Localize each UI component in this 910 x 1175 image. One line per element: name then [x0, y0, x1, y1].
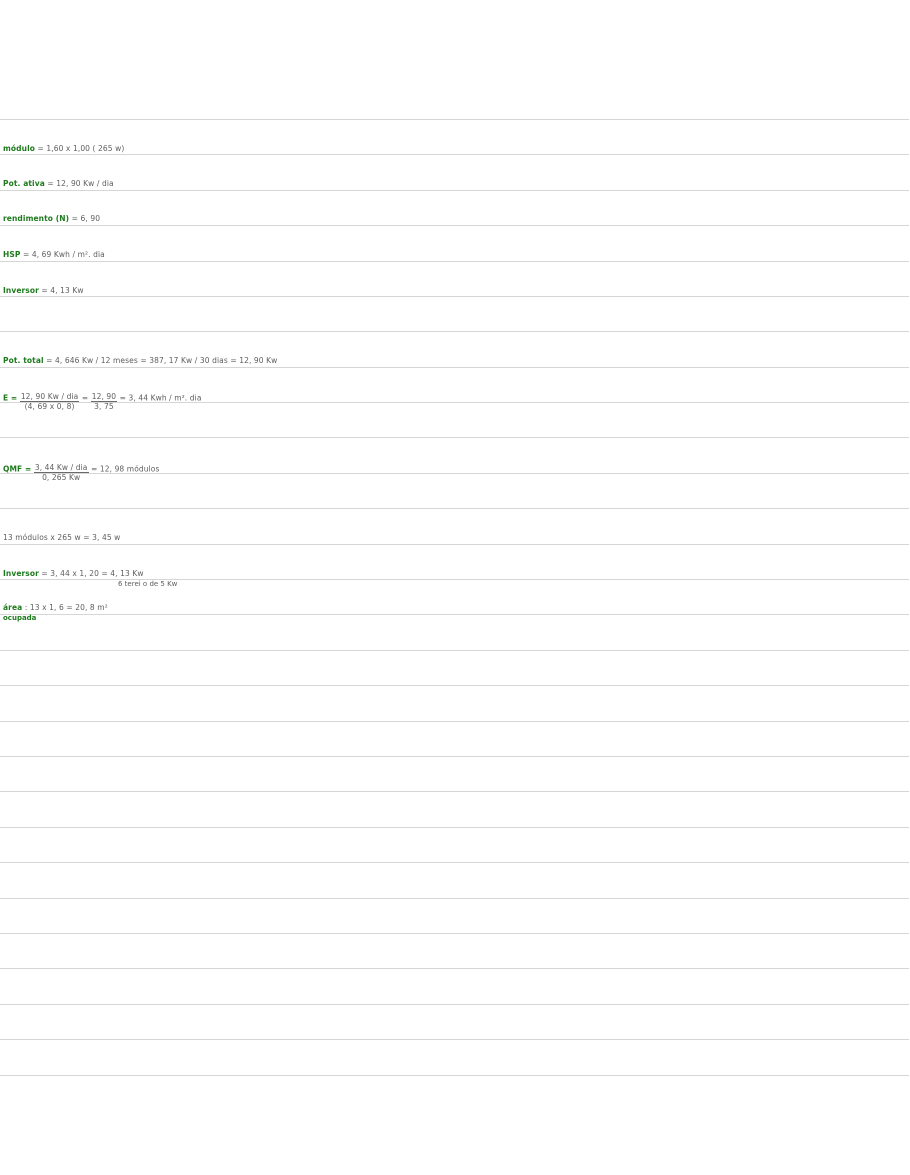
note-value: = 4, 69 Kwh / m². dia [22, 250, 105, 259]
fraction-denominator: 3, 75 [94, 402, 114, 411]
notebook-page: módulo = 1,60 x 1,00 ( 265 w) Pot. ativa… [0, 0, 910, 1175]
note-hsp: HSP = 4, 69 Kwh / m². dia [3, 250, 105, 259]
note-value: = 4, 13 Kw [41, 286, 84, 295]
note-inversor-remark: 6 terei o de 5 Kw [118, 580, 177, 588]
ruled-line [0, 1039, 909, 1040]
ruled-line [0, 437, 909, 438]
ruled-line [0, 508, 909, 509]
ruled-line [0, 862, 909, 863]
note-value: : 13 x 1, 6 = 20, 8 m² [24, 603, 108, 612]
note-pot-ativa: Pot. ativa = 12, 90 Kw / dia [3, 179, 114, 188]
note-label: Inversor [3, 569, 39, 578]
note-label: E = [3, 393, 18, 403]
fraction-numerator: 3, 44 Kw / dia [33, 463, 89, 473]
note-label: Inversor [3, 286, 39, 295]
note-pot-total: Pot. total = 4, 646 Kw / 12 meses = 387,… [3, 356, 277, 365]
ruled-line [0, 296, 909, 297]
note-area-sublabel: ocupada [3, 614, 36, 622]
ruled-line [0, 1004, 909, 1005]
note-label: Pot. total [3, 356, 44, 365]
note-inversor: Inversor = 4, 13 Kw [3, 286, 84, 295]
ruled-line [0, 119, 909, 120]
ruled-line [0, 968, 909, 969]
ruled-line [0, 898, 909, 899]
note-value: = 3, 44 x 1, 20 = 4, 13 Kw [41, 569, 144, 578]
fraction-denominator: 0, 265 Kw [42, 473, 81, 482]
note-label: QMF = [3, 464, 32, 474]
ruled-line [0, 190, 909, 191]
note-value: 13 módulos x 265 w = 3, 45 w [3, 533, 121, 542]
fraction: 12, 90 3, 75 [90, 392, 118, 411]
note-value: = 4, 646 Kw / 12 meses = 387, 17 Kw / 30… [46, 356, 278, 365]
note-label: HSP [3, 250, 21, 259]
note-label: Pot. ativa [3, 179, 45, 188]
ruled-line [0, 331, 909, 332]
ruled-line [0, 154, 909, 155]
note-area: área : 13 x 1, 6 = 20, 8 m² [3, 603, 108, 612]
note-modulos-total: 13 módulos x 265 w = 3, 45 w [3, 533, 120, 542]
ruled-line [0, 791, 909, 792]
note-rendimento: rendimento (N) = 6, 90 [3, 214, 100, 223]
ruled-line [0, 685, 909, 686]
ruled-line [0, 756, 909, 757]
ruled-line [0, 721, 909, 722]
note-result: = 3, 44 Kwh / m². dia [119, 393, 202, 403]
note-inversor-sizing: Inversor = 3, 44 x 1, 20 = 4, 13 Kw [3, 569, 144, 578]
fraction: 12, 90 Kw / dia (4, 69 x 0, 8) [19, 392, 80, 411]
ruled-line [0, 367, 909, 368]
fraction-numerator: 12, 90 [90, 392, 118, 402]
note-modulo: módulo = 1,60 x 1,00 ( 265 w) [3, 144, 124, 153]
fraction: 3, 44 Kw / dia 0, 265 Kw [33, 463, 89, 482]
note-value: = 6, 90 [71, 214, 101, 223]
note-e-calculation: E = 12, 90 Kw / dia (4, 69 x 0, 8) = 12,… [3, 389, 202, 411]
ruled-line [0, 614, 909, 615]
note-label: área [3, 603, 23, 612]
note-sublabel: ocupada [3, 614, 37, 622]
ruled-line [0, 1075, 909, 1076]
ruled-line [0, 225, 909, 226]
note-result: = 12, 98 módulos [90, 464, 160, 474]
note-remark: 6 terei o de 5 Kw [118, 580, 178, 588]
note-qmf: QMF = 3, 44 Kw / dia 0, 265 Kw = 12, 98 … [3, 460, 160, 482]
ruled-line [0, 544, 909, 545]
note-value: = 12, 90 Kw / dia [47, 179, 114, 188]
ruled-line [0, 827, 909, 828]
ruled-line [0, 261, 909, 262]
equals-sign: = [81, 393, 89, 403]
note-label: rendimento (N) [3, 214, 70, 223]
fraction-numerator: 12, 90 Kw / dia [19, 392, 80, 402]
ruled-line [0, 650, 909, 651]
fraction-denominator: (4, 69 x 0, 8) [24, 402, 75, 411]
ruled-line [0, 933, 909, 934]
note-value: = 1,60 x 1,00 ( 265 w) [37, 144, 125, 153]
note-label: módulo [3, 144, 35, 153]
